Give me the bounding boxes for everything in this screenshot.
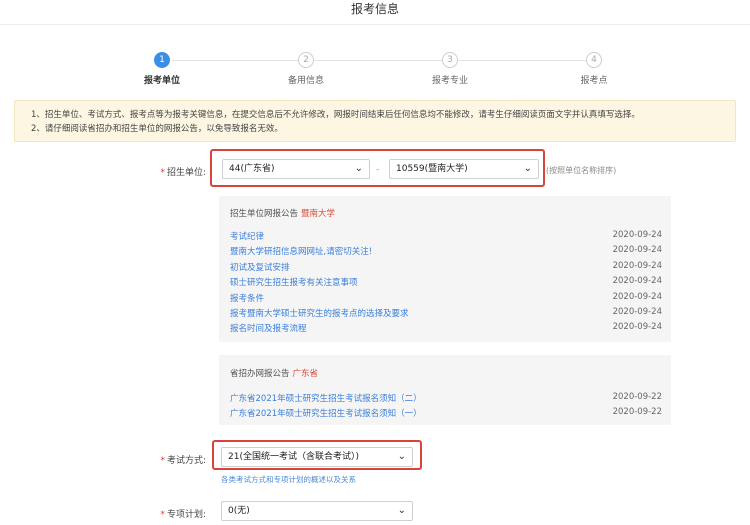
notice-line: 2、请仔细阅读省招办和招生单位的网报公告，以免导致报名无效。 [31,124,283,134]
required-mark: * [160,168,165,178]
progress-stepper: 1 报考单位 2 备用信息 3 报考专业 4 报考点 [0,50,750,90]
notice-link[interactable]: 广东省2021年硕士研究生招生考试报名须知（一） 2020-09-22 [230,407,662,421]
sort-hint: (按照单位名称排序) [546,166,617,175]
step-2[interactable]: 2 备用信息 [261,52,351,86]
notice-link[interactable]: 硕士研究生招生报考有关注意事项 2020-09-24 [230,276,662,290]
notice-date: 2020-09-22 [612,407,662,417]
notice-date: 2020-09-24 [612,261,662,271]
step-label: 报考单位 [143,76,180,86]
page-title: 报考信息 [350,2,399,16]
chevron-down-icon: ⌄ [523,163,532,174]
notice-link[interactable]: 暨南大学研招信息网网址,请密切关注! 2020-09-24 [230,245,662,259]
exam-mode-select[interactable]: 21(全国统一考试（含联合考试）) ⌄ [221,447,413,467]
step-label: 报考点 [580,76,608,86]
title-divider [0,24,750,25]
notice-date: 2020-09-24 [612,245,662,255]
province-select[interactable]: 44(广东省) ⌄ [222,159,370,179]
province-tag: 广东省 [292,369,319,379]
notice-date: 2020-09-24 [612,230,662,240]
step-number: 2 [298,52,314,68]
notice-link[interactable]: 初试及复试安排 2020-09-24 [230,261,662,275]
chevron-down-icon: ⌄ [354,163,363,174]
required-mark: * [160,456,165,466]
exam-mode-select-value: 21(全国统一考试（含联合考试）) [228,452,359,462]
step-number: 3 [442,52,458,68]
plan-label: * 专项计划: [160,510,206,520]
province-notices-title: 省招办网报公告 广东省 [230,369,319,379]
exam-mode-help-link[interactable]: 各类考试方式和专项计划的概述以及关系 [221,474,356,485]
exam-label: * 考试方式: [160,456,206,466]
notice-link[interactable]: 报名时间及报考流程 2020-09-24 [230,322,662,336]
notice-date: 2020-09-22 [612,392,662,402]
chevron-down-icon: ⌄ [397,451,406,462]
special-plan-select-value: 0(无) [228,506,250,516]
school-notices-panel: 招生单位网报公告 暨南大学 考试纪律 2020-09-24 暨南大学研招信息网网址,… [219,196,671,342]
chevron-down-icon: ⌄ [397,505,406,516]
step-1[interactable]: 1 报考单位 [117,52,207,86]
province-notices-panel: 省招办网报公告 广东省 广东省2021年硕士研究生招生考试报名须知（二） 2020-… [219,355,671,425]
notice-link[interactable]: 考试纪律 2020-09-24 [230,230,662,244]
notice-box: 1、招生单位、考试方式、报考点等为报考关键信息，在提交信息后不允许修改，网报时间… [14,100,736,142]
step-number: 4 [586,52,602,68]
notice-date: 2020-09-24 [612,322,662,332]
school-select[interactable]: 10559(暨南大学) ⌄ [389,159,539,179]
notice-link[interactable]: 报考条件 2020-09-24 [230,292,662,306]
school-notices-title: 招生单位网报公告 暨南大学 [230,209,336,219]
step-4[interactable]: 4 报考点 [549,52,639,86]
special-plan-select[interactable]: 0(无) ⌄ [221,501,413,521]
required-mark: * [160,510,165,520]
notice-date: 2020-09-24 [612,292,662,302]
notice-link[interactable]: 报考暨南大学硕士研究生的报考点的选择及要求 2020-09-24 [230,307,662,321]
notice-date: 2020-09-24 [612,276,662,286]
step-3[interactable]: 3 报考专业 [405,52,495,86]
step-label: 备用信息 [287,76,324,86]
notice-link[interactable]: 广东省2021年硕士研究生招生考试报名须知（二） 2020-09-22 [230,392,662,406]
notice-line: 1、招生单位、考试方式、报考点等为报考关键信息，在提交信息后不允许修改，网报时间… [31,110,640,120]
step-number: 1 [154,52,170,68]
unit-label: * 招生单位: [160,168,206,178]
province-select-value: 44(广东省) [229,164,275,174]
unit-separator: - [376,165,380,175]
step-label: 报考专业 [431,76,468,86]
school-select-value: 10559(暨南大学) [396,164,468,174]
notice-date: 2020-09-24 [612,307,662,317]
school-tag: 暨南大学 [301,209,336,219]
